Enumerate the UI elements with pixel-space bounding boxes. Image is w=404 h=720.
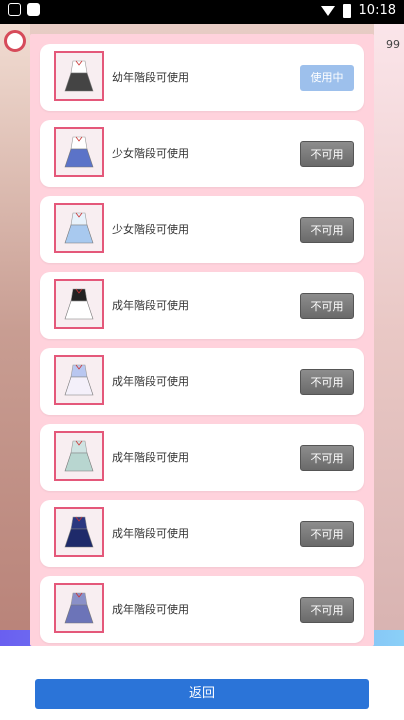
status-right-icons: 10:18 — [320, 3, 396, 18]
app-notification-icon-2 — [27, 3, 40, 16]
dress-icon — [56, 357, 102, 403]
outfit-thumbnail[interactable] — [54, 203, 104, 253]
outfit-list: 幼年階段可使用 使用中 少女階段可使用 不可用 少女階段可使用 不可用 成年階段可使用 不可用… — [40, 44, 364, 652]
unavailable-button[interactable]: 不可用 — [300, 521, 354, 547]
outfit-thumbnail[interactable] — [54, 583, 104, 633]
outfit-item: 少女階段可使用 不可用 — [40, 120, 364, 187]
status-left-icons — [8, 3, 40, 16]
unavailable-button[interactable]: 不可用 — [300, 445, 354, 471]
outfit-thumbnail[interactable] — [54, 279, 104, 329]
outfit-stage-label: 幼年階段可使用 — [112, 71, 189, 84]
outfit-thumbnail[interactable] — [54, 355, 104, 405]
outfit-panel: 幼年階段可使用 使用中 少女階段可使用 不可用 少女階段可使用 不可用 成年階段可使用 不可用… — [30, 34, 374, 646]
outfit-stage-label: 成年階段可使用 — [112, 375, 189, 388]
outfit-thumbnail[interactable] — [54, 431, 104, 481]
background-right — [374, 24, 404, 640]
dress-icon — [56, 585, 102, 631]
outfit-item: 成年階段可使用 不可用 — [40, 348, 364, 415]
outfit-thumbnail[interactable] — [54, 127, 104, 177]
status-time: 10:18 — [358, 3, 396, 18]
dress-icon — [56, 509, 102, 555]
outfit-stage-label: 少女階段可使用 — [112, 223, 189, 236]
outfit-thumbnail[interactable] — [54, 507, 104, 557]
outfit-stage-label: 成年階段可使用 — [112, 527, 189, 540]
unavailable-button[interactable]: 不可用 — [300, 141, 354, 167]
outfit-stage-label: 成年階段可使用 — [112, 451, 189, 464]
dress-icon — [56, 53, 102, 99]
in-use-button[interactable]: 使用中 — [300, 65, 354, 91]
outfit-item: 少女階段可使用 不可用 — [40, 196, 364, 263]
background-counter: 99 — [386, 38, 400, 51]
outfit-item: 成年階段可使用 不可用 — [40, 500, 364, 567]
unavailable-button[interactable]: 不可用 — [300, 369, 354, 395]
background-avatar-icon — [4, 30, 26, 52]
dress-icon — [56, 205, 102, 251]
unavailable-button[interactable]: 不可用 — [300, 217, 354, 243]
outfit-item: 幼年階段可使用 使用中 — [40, 44, 364, 111]
battery-icon — [342, 3, 351, 18]
dress-icon — [56, 129, 102, 175]
wifi-icon — [320, 5, 335, 16]
outfit-stage-label: 成年階段可使用 — [112, 603, 189, 616]
outfit-thumbnail[interactable] — [54, 51, 104, 101]
status-bar: 10:18 — [0, 0, 404, 24]
dress-icon — [56, 433, 102, 479]
app-notification-icon — [8, 3, 21, 16]
back-button[interactable]: 返回 — [35, 679, 369, 709]
background-left — [0, 24, 30, 640]
outfit-stage-label: 成年階段可使用 — [112, 299, 189, 312]
outfit-item: 成年階段可使用 不可用 — [40, 424, 364, 491]
unavailable-button[interactable]: 不可用 — [300, 293, 354, 319]
outfit-item: 成年階段可使用 不可用 — [40, 272, 364, 339]
dress-icon — [56, 281, 102, 327]
outfit-item: 成年階段可使用 不可用 — [40, 576, 364, 643]
unavailable-button[interactable]: 不可用 — [300, 597, 354, 623]
outfit-stage-label: 少女階段可使用 — [112, 147, 189, 160]
